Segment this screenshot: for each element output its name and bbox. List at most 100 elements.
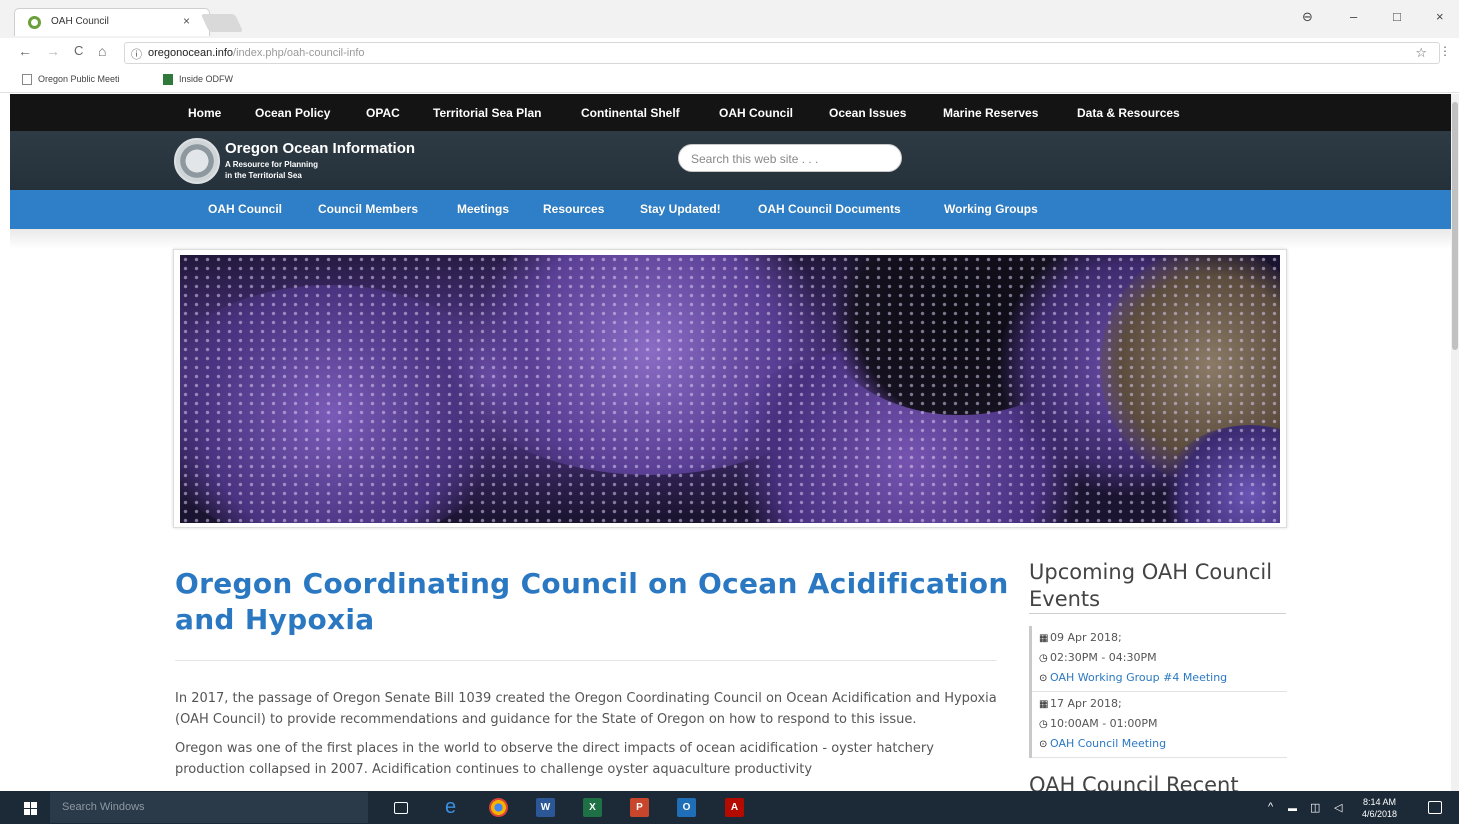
new-tab-button[interactable] xyxy=(200,14,244,32)
link-icon: ⊙ xyxy=(1039,673,1048,684)
web-page: Home Ocean Policy OPAC Territorial Sea P… xyxy=(0,94,1451,791)
event-date: 17 Apr 2018; xyxy=(1050,697,1122,710)
reload-button[interactable]: C xyxy=(74,43,83,58)
clock-date: 4/6/2018 xyxy=(1362,809,1398,819)
volume-icon[interactable]: ◁ xyxy=(1334,801,1342,814)
chrome-icon[interactable] xyxy=(489,798,508,817)
excel-icon[interactable]: X xyxy=(583,798,602,817)
bookmark-label: Inside ODFW xyxy=(179,74,234,84)
subnav-meetings[interactable]: Meetings xyxy=(457,202,509,216)
url-path: /index.php/oah-council-info xyxy=(233,47,365,59)
bookmark-oregon-public-meetings[interactable]: Oregon Public Meeti xyxy=(22,74,120,86)
nav-ocean-policy[interactable]: Ocean Policy xyxy=(255,106,330,120)
event-time: 10:00AM - 01:00PM xyxy=(1050,717,1158,730)
clock-time: 8:14 AM xyxy=(1363,797,1397,807)
browser-tabstrip: OAH Council × ⊖ – □ × xyxy=(0,0,1459,38)
nav-home[interactable]: Home xyxy=(188,106,221,120)
bookmark-star-icon[interactable]: ☆ xyxy=(1415,45,1427,61)
page-scrollbar[interactable] xyxy=(1451,94,1459,791)
site-banner: Oregon Ocean Information A Resource for … xyxy=(10,131,1451,190)
site-search-input[interactable] xyxy=(691,150,891,168)
paragraph: In 2017, the passage of Oregon Senate Bi… xyxy=(175,691,997,727)
bookmarks-bar: Oregon Public Meeti Inside ODFW xyxy=(0,68,1459,93)
header-shadow xyxy=(10,229,1451,249)
url-host: oregonocean.info xyxy=(148,47,234,59)
upcoming-events-heading: Upcoming OAH Council Events xyxy=(1029,560,1273,611)
article-body: In 2017, the passage of Oregon Senate Bi… xyxy=(175,688,1000,788)
event-link[interactable]: OAH Working Group #4 Meeting xyxy=(1050,671,1227,684)
notifications-icon[interactable] xyxy=(1428,801,1442,814)
bookmark-inside-odfw[interactable]: Inside ODFW xyxy=(163,74,234,86)
maximize-button[interactable]: □ xyxy=(1393,9,1401,24)
powerpoint-icon[interactable]: P xyxy=(630,798,649,817)
windows-start-icon[interactable] xyxy=(24,802,38,816)
tab-close-icon[interactable]: × xyxy=(183,14,190,28)
event-item: ▦ 17 Apr 2018; ◷ 10:00AM - 01:00PM ⊙ OAH Co… xyxy=(1032,692,1287,758)
network-icon[interactable]: ◫ xyxy=(1310,801,1320,814)
taskbar-search-placeholder: Search Windows xyxy=(62,801,145,813)
top-navigation: Home Ocean Policy OPAC Territorial Sea P… xyxy=(10,94,1451,131)
word-icon[interactable]: W xyxy=(536,798,555,817)
acrobat-icon[interactable]: A xyxy=(725,798,744,817)
calendar-icon: ▦ xyxy=(1039,699,1049,710)
site-name[interactable]: Oregon Ocean Information xyxy=(225,140,415,157)
hero-image-frame xyxy=(173,249,1287,528)
subnav-resources[interactable]: Resources xyxy=(543,202,604,216)
sidebar-divider xyxy=(1029,613,1286,614)
tab-title: OAH Council xyxy=(51,16,109,27)
taskbar-clock[interactable]: 8:14 AM 4/6/2018 xyxy=(1362,796,1397,820)
event-item: ▦ 09 Apr 2018; ◷ 02:30PM - 04:30PM ⊙ OAH Wo… xyxy=(1032,626,1287,692)
account-icon[interactable]: ⊖ xyxy=(1302,9,1313,25)
close-window-button[interactable]: × xyxy=(1436,9,1444,24)
site-tagline-line-1: A Resource for Planning xyxy=(225,160,319,169)
events-list: ▦ 09 Apr 2018; ◷ 02:30PM - 04:30PM ⊙ OAH Wo… xyxy=(1029,626,1287,758)
task-view-icon[interactable] xyxy=(394,802,408,814)
browser-tab[interactable]: OAH Council × xyxy=(14,8,210,36)
nav-oah-council[interactable]: OAH Council xyxy=(719,106,793,120)
browser-menu-icon[interactable]: ⋮ xyxy=(1439,44,1451,58)
url-text: oregonocean.info/index.php/oah-council-i… xyxy=(148,47,365,59)
tray-chevron-icon[interactable]: ^ xyxy=(1268,801,1273,813)
subnav-stay-updated[interactable]: Stay Updated! xyxy=(640,202,721,216)
home-button[interactable]: ⌂ xyxy=(98,43,106,59)
subnav-oah-council-documents[interactable]: OAH Council Documents xyxy=(758,202,901,216)
nav-territorial-sea-plan[interactable]: Territorial Sea Plan xyxy=(433,106,542,120)
subnav-working-groups[interactable]: Working Groups xyxy=(944,202,1038,216)
nav-ocean-issues[interactable]: Ocean Issues xyxy=(829,106,906,120)
page-title: Oregon Coordinating Council on Ocean Aci… xyxy=(175,567,1009,636)
calendar-icon: ▦ xyxy=(1039,633,1049,644)
event-link[interactable]: OAH Council Meeting xyxy=(1050,737,1166,750)
site-search-box[interactable] xyxy=(678,144,902,172)
nav-continental-shelf[interactable]: Continental Shelf xyxy=(581,106,680,120)
site-info-icon[interactable]: ⓘ xyxy=(131,46,142,62)
clock-icon: ◷ xyxy=(1039,653,1048,664)
scrollbar-thumb[interactable] xyxy=(1452,102,1458,350)
subnav-oah-council[interactable]: OAH Council xyxy=(208,202,282,216)
link-icon: ⊙ xyxy=(1039,739,1048,750)
title-divider xyxy=(175,660,997,661)
page-icon xyxy=(22,74,32,86)
outlook-icon[interactable]: O xyxy=(677,798,696,817)
site-tagline-line-2: in the Territorial Sea xyxy=(225,171,302,180)
clock-icon: ◷ xyxy=(1039,719,1048,730)
address-bar[interactable]: ⓘ oregonocean.info/index.php/oah-council… xyxy=(124,42,1440,64)
sea-star-texture xyxy=(180,255,1280,523)
oregon-seal-logo[interactable] xyxy=(174,138,220,184)
browser-toolbar: ← → C ⌂ ⓘ oregonocean.info/index.php/oah… xyxy=(0,38,1459,68)
bookmark-label: Oregon Public Meeti xyxy=(38,74,120,84)
forward-button[interactable]: → xyxy=(46,43,60,59)
nav-opac[interactable]: OPAC xyxy=(366,106,400,120)
nav-data-resources[interactable]: Data & Resources xyxy=(1077,106,1180,120)
nav-marine-reserves[interactable]: Marine Reserves xyxy=(943,106,1038,120)
battery-icon[interactable]: ▬ xyxy=(1288,803,1297,813)
edge-browser-icon[interactable]: e xyxy=(441,797,460,817)
subnav-council-members[interactable]: Council Members xyxy=(318,202,418,216)
site-favicon-icon xyxy=(28,16,41,29)
paragraph: Oregon was one of the first places in th… xyxy=(175,741,934,777)
section-navigation: OAH Council Council Members Meetings Res… xyxy=(10,190,1451,229)
back-button[interactable]: ← xyxy=(18,43,32,59)
taskbar-search[interactable]: Search Windows xyxy=(50,792,368,823)
windows-taskbar: Search Windows e W X P O A ^ ▬ ◫ ◁ 8:14 … xyxy=(0,791,1459,824)
site-tagline: A Resource for Planning in the Territori… xyxy=(225,159,425,181)
minimize-button[interactable]: – xyxy=(1350,9,1357,24)
